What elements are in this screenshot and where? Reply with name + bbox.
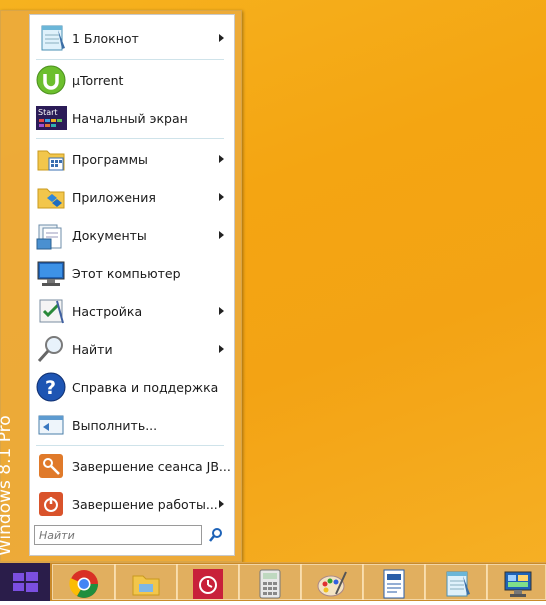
taskbar-paint[interactable] xyxy=(300,564,364,600)
menu-item-label: Программы xyxy=(72,151,148,167)
search-icon[interactable] xyxy=(208,527,224,543)
windows-logo-icon xyxy=(13,572,38,592)
menu-item-utorrent[interactable]: µTorrent xyxy=(31,62,233,98)
menu-separator xyxy=(36,59,224,60)
menu-item-apps[interactable]: Приложения xyxy=(31,179,233,215)
svg-text:Start: Start xyxy=(38,108,58,117)
menu-item-notepad[interactable]: 1 Блокнот xyxy=(31,20,233,56)
menu-item-label: Этот компьютер xyxy=(72,265,181,281)
apps-folder-icon xyxy=(35,181,67,213)
search-box xyxy=(34,525,229,547)
calculator-icon xyxy=(259,569,281,599)
shutdown-icon xyxy=(35,488,67,520)
submenu-arrow-icon xyxy=(219,155,224,163)
run-icon xyxy=(35,409,67,441)
start-screen-icon: Start xyxy=(35,102,67,134)
start-button[interactable] xyxy=(0,563,50,601)
settings-icon xyxy=(35,295,67,327)
control-panel-icon xyxy=(504,571,532,597)
menu-item-label: Документы xyxy=(72,227,147,243)
submenu-arrow-icon xyxy=(219,34,224,42)
taskbar-alarms[interactable] xyxy=(176,564,240,600)
menu-item-shutdown[interactable]: Завершение работы... xyxy=(31,486,233,522)
chrome-icon xyxy=(69,570,98,598)
menu-item-logoff[interactable]: Завершение сеанса JB... xyxy=(31,448,233,484)
svg-text:?: ? xyxy=(45,377,56,399)
paint-icon xyxy=(317,571,347,597)
submenu-arrow-icon xyxy=(219,231,224,239)
submenu-arrow-icon xyxy=(219,193,224,201)
menu-item-start-screen[interactable]: Start Начальный экран xyxy=(31,100,233,136)
taskbar-chrome[interactable] xyxy=(52,564,116,600)
menu-item-this-pc[interactable]: Этот компьютер xyxy=(31,255,233,291)
notepad-icon xyxy=(35,22,67,54)
start-menu-list: 1 Блокнот µTorrent Start Начальный экран… xyxy=(29,14,235,556)
menu-item-label: Выполнить... xyxy=(72,417,158,433)
computer-icon xyxy=(35,257,67,289)
menu-item-settings[interactable]: Настройка xyxy=(31,293,233,329)
menu-item-label: Найти xyxy=(72,341,113,357)
menu-item-run[interactable]: Выполнить... xyxy=(31,407,233,443)
submenu-arrow-icon xyxy=(219,345,224,353)
utorrent-icon xyxy=(35,64,67,96)
search-input[interactable] xyxy=(34,525,202,545)
menu-item-label: Настройка xyxy=(72,303,143,319)
menu-item-programs[interactable]: Программы xyxy=(31,141,233,177)
file-explorer-icon xyxy=(132,575,160,596)
menu-item-label: Справка и поддержка xyxy=(72,379,219,395)
taskbar-calculator[interactable] xyxy=(238,564,302,600)
taskbar-wordpad[interactable] xyxy=(362,564,426,600)
menu-item-documents[interactable]: Документы xyxy=(31,217,233,253)
menu-separator xyxy=(36,445,224,446)
notepad-icon xyxy=(446,571,470,597)
taskbar-control-panel[interactable] xyxy=(486,564,546,600)
logoff-key-icon xyxy=(35,450,67,482)
menu-item-help[interactable]: ? Справка и поддержка xyxy=(31,369,233,405)
menu-item-label: Начальный экран xyxy=(72,110,188,126)
wordpad-icon xyxy=(383,569,405,599)
help-icon: ? xyxy=(35,371,67,403)
search-magnifier-icon xyxy=(35,333,67,365)
os-edition-label: Windows 8.1 Pro xyxy=(0,415,15,556)
taskbar xyxy=(0,562,546,601)
menu-item-label: Приложения xyxy=(72,189,156,205)
submenu-arrow-icon xyxy=(219,500,224,508)
documents-icon xyxy=(35,219,67,251)
menu-item-label: Завершение работы... xyxy=(72,496,218,512)
alarm-clock-icon xyxy=(193,569,223,599)
programs-folder-icon xyxy=(35,143,67,175)
menu-item-search[interactable]: Найти xyxy=(31,331,233,367)
menu-item-label: 1 Блокнот xyxy=(72,30,139,46)
taskbar-notepad[interactable] xyxy=(424,564,488,600)
menu-separator xyxy=(36,138,224,139)
taskbar-file-explorer[interactable] xyxy=(114,564,178,600)
submenu-arrow-icon xyxy=(219,307,224,315)
menu-item-label: Завершение сеанса JB... xyxy=(72,458,231,474)
menu-item-label: µTorrent xyxy=(72,72,124,88)
